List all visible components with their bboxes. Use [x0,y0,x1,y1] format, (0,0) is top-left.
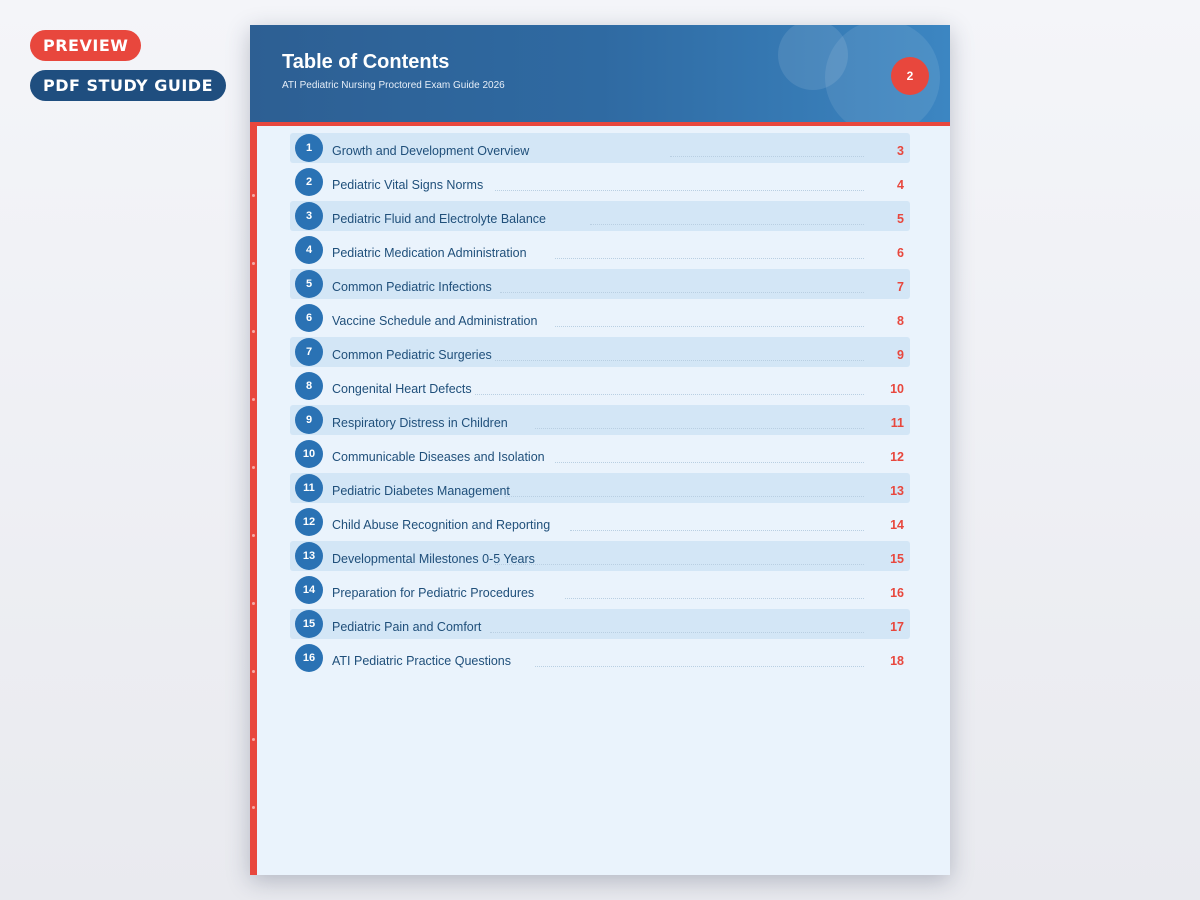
toc-entry-title: Pediatric Fluid and Electrolyte Balance [332,212,547,226]
toc-dot-leader [475,394,864,395]
page-number-badge: 2 [891,57,929,95]
side-bar-dot [252,602,255,605]
pdf-study-guide-badge: PDF STUDY GUIDE [30,70,226,101]
table-of-contents: 1 Growth and Development Overview 3 2 Pediat… [290,133,910,677]
toc-entry-title: Pediatric Diabetes Management [332,484,510,498]
toc-dot-leader [570,530,864,531]
side-bar-dot [252,330,255,333]
toc-entry-page: 5 [897,212,904,226]
toc-entry-page: 7 [897,280,904,294]
toc-entry-page: 8 [897,314,904,328]
toc-entry[interactable]: 8 Congenital Heart Defects 10 [290,371,910,401]
toc-dot-leader [505,496,864,497]
toc-entry-title: Communicable Diseases and Isolation [332,450,545,464]
side-bar-dot [252,806,255,809]
toc-entry-title: Common Pediatric Surgeries [332,348,492,362]
toc-entry[interactable]: 3 Pediatric Fluid and Electrolyte Balance… [290,201,910,231]
toc-dot-leader [495,190,864,191]
toc-entry[interactable]: 11 Pediatric Diabetes Management 13 [290,473,910,503]
toc-dot-leader [590,224,864,225]
side-bar-dot [252,534,255,537]
toc-entry-title: Respiratory Distress in Children [332,416,508,430]
toc-entry-page: 12 [890,450,904,464]
page-title: Table of Contents [282,51,450,73]
toc-dot-leader [495,564,864,565]
toc-entry[interactable]: 14 Preparation for Pediatric Procedures 16 [290,575,910,605]
toc-dot-leader [565,598,864,599]
toc-entry[interactable]: 9 Respiratory Distress in Children 11 [290,405,910,435]
toc-entry[interactable]: 4 Pediatric Medication Administration 6 [290,235,910,265]
header-divider [250,122,950,126]
toc-entry-number: 10 [295,440,323,468]
toc-entry-title: Congenital Heart Defects [332,382,472,396]
toc-entry-page: 15 [890,552,904,566]
toc-entry-page: 6 [897,246,904,260]
toc-entry-page: 18 [890,654,904,668]
toc-dot-leader [500,292,864,293]
toc-entry-number: 7 [295,338,323,366]
page-subtitle: ATI Pediatric Nursing Proctored Exam Gui… [282,80,505,91]
toc-entry-title: ATI Pediatric Practice Questions [332,654,512,668]
side-accent-bar [250,122,257,875]
side-bar-dot [252,398,255,401]
toc-entry-number: 16 [295,644,323,672]
toc-entry[interactable]: 7 Common Pediatric Surgeries 9 [290,337,910,367]
toc-dot-leader [535,428,864,429]
toc-entry[interactable]: 16 ATI Pediatric Practice Questions 18 [290,643,910,673]
toc-entry-title: Pediatric Pain and Comfort [332,620,482,634]
toc-entry-page: 10 [890,382,904,396]
toc-entry-page: 3 [897,144,904,158]
toc-entry[interactable]: 13 Developmental Milestones 0-5 Years 15 [290,541,910,571]
toc-dot-leader [670,156,864,157]
toc-entry-number: 13 [295,542,323,570]
toc-entry-page: 4 [897,178,904,192]
toc-entry[interactable]: 1 Growth and Development Overview 3 [290,133,910,163]
toc-entry[interactable]: 10 Communicable Diseases and Isolation 12 [290,439,910,469]
toc-entry-title: Preparation for Pediatric Procedures [332,586,535,600]
toc-entry[interactable]: 2 Pediatric Vital Signs Norms 4 [290,167,910,197]
toc-entry-number: 15 [295,610,323,638]
document-page: Table of Contents ATI Pediatric Nursing … [250,25,950,875]
toc-dot-leader [535,666,864,667]
toc-entry-number: 1 [295,134,323,162]
toc-entry-number: 3 [295,202,323,230]
toc-entry[interactable]: 15 Pediatric Pain and Comfort 17 [290,609,910,639]
toc-entry-number: 11 [295,474,323,502]
toc-dot-leader [555,258,864,259]
toc-entry-number: 14 [295,576,323,604]
toc-entry-number: 2 [295,168,323,196]
toc-dot-leader [490,632,864,633]
toc-entry-page: 17 [890,620,904,634]
side-bar-dot [252,466,255,469]
toc-entry-title: Growth and Development Overview [332,144,530,158]
toc-entry-page: 11 [890,416,904,430]
toc-entry-page: 16 [890,586,904,600]
page-header: Table of Contents ATI Pediatric Nursing … [250,25,950,122]
toc-entry[interactable]: 5 Common Pediatric Infections 7 [290,269,910,299]
toc-entry-page: 9 [897,348,904,362]
toc-entry-number: 12 [295,508,323,536]
toc-entry-title: Pediatric Medication Administration [332,246,527,260]
toc-entry-number: 9 [295,406,323,434]
toc-entry-number: 8 [295,372,323,400]
side-bar-dot [252,194,255,197]
toc-entry-title: Common Pediatric Infections [332,280,492,294]
toc-entry[interactable]: 12 Child Abuse Recognition and Reporting 1… [290,507,910,537]
preview-badge: PREVIEW [30,30,142,61]
side-bar-dot [252,262,255,265]
toc-entry[interactable]: 6 Vaccine Schedule and Administration 8 [290,303,910,333]
toc-entry-title: Vaccine Schedule and Administration [332,314,538,328]
toc-entry-number: 5 [295,270,323,298]
toc-entry-page: 14 [890,518,904,532]
side-bar-dot [252,670,255,673]
toc-entry-number: 6 [295,304,323,332]
toc-dot-leader [555,462,864,463]
toc-entry-title: Pediatric Vital Signs Norms [332,178,484,192]
toc-entry-number: 4 [295,236,323,264]
toc-dot-leader [555,326,864,327]
toc-entry-page: 13 [890,484,904,498]
toc-dot-leader [495,360,864,361]
toc-entry-title: Child Abuse Recognition and Reporting [332,518,551,532]
side-bar-dot [252,738,255,741]
